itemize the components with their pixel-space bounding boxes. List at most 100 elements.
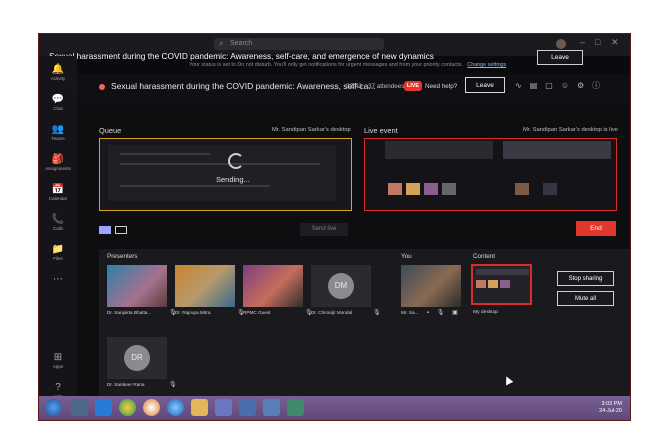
mic-off-icon: 🎙: [373, 310, 381, 316]
presenter-video: [243, 265, 303, 307]
teams-taskbar-icon[interactable]: [263, 399, 280, 416]
word-icon[interactable]: [239, 399, 256, 416]
rail-label: Calls: [52, 226, 63, 231]
presenter-video: [107, 265, 167, 307]
live-video-tile: [424, 183, 438, 195]
app-rail: 🔔 Activity 💬 Chat 👥 Teams 🎒 Assignments 📅 Cal…: [39, 56, 77, 410]
chrome-icon[interactable]: [119, 399, 136, 416]
top-leave-button[interactable]: Leave: [537, 50, 583, 65]
health-icon[interactable]: ∿: [515, 81, 530, 90]
dnd-notice-text: Your status is set to Do not disturb. Yo…: [189, 62, 463, 68]
rail-chat[interactable]: 💬 Chat: [39, 94, 77, 111]
attendee-count[interactable]: 37 attendees: [368, 83, 404, 90]
close-icon[interactable]: ✕: [611, 37, 619, 48]
you-heading: You: [401, 253, 412, 260]
presenter-tile[interactable]: RPMC Guest 🎙: [243, 265, 313, 316]
file-explorer-icon[interactable]: [191, 399, 208, 416]
chat-icon[interactable]: ▢: [545, 81, 561, 90]
live-thumb: [385, 141, 493, 159]
rail-activity[interactable]: 🔔 Activity: [39, 64, 77, 81]
image-viewer-icon[interactable]: [287, 399, 304, 416]
profile-avatar[interactable]: [556, 39, 566, 49]
more-icon: ⋯: [53, 274, 63, 285]
rail-calendar[interactable]: 📅 Calendar: [39, 184, 77, 201]
files-icon: 📁: [51, 244, 65, 255]
participants-panel: Presenters You Content Dr. Sanjukta Bhat…: [99, 249, 630, 399]
change-settings-link[interactable]: Change settings: [467, 62, 506, 68]
preview-bar: [120, 185, 270, 187]
self-tile[interactable]: Mr. Sa... ▪ 🎙 ▣: [401, 265, 461, 316]
settings-icon[interactable]: ⚙: [577, 81, 592, 90]
presenter-tile[interactable]: DR Dr. Sanbeer Rana 🎙: [107, 337, 177, 388]
presenter-initials-avatar: DR: [124, 345, 150, 371]
preview-bar: [120, 163, 320, 165]
dnd-notice: Your status is set to Do not disturb. Yo…: [189, 62, 506, 68]
rail-label: Files: [53, 256, 63, 261]
live-heading: Live event: [364, 126, 398, 135]
browser-icon[interactable]: [167, 399, 184, 416]
participants-icon[interactable]: ☺: [561, 81, 577, 90]
queue-heading: Queue: [99, 126, 122, 135]
single-layout-icon[interactable]: [99, 226, 111, 234]
rail-files[interactable]: 📁 Files: [39, 244, 77, 261]
live-video-tile: [388, 183, 402, 195]
queue-preview: Sending...: [99, 138, 352, 211]
need-help-link[interactable]: Need help?: [425, 83, 457, 90]
system-clock[interactable]: 3:03 PM 24-Jul-20: [599, 401, 622, 415]
live-video-tile: [543, 183, 557, 195]
help-icon: ?: [55, 382, 61, 393]
meeting-toolbar-icons[interactable]: ∿▤▢☺⚙ⓘ: [515, 80, 608, 91]
presenter-tile[interactable]: DM Dr. Chiranjit Mondal 🎙: [311, 265, 381, 316]
search-box[interactable]: ⌕ Search: [214, 38, 384, 50]
notes-icon[interactable]: ▤: [530, 81, 546, 90]
live-source: Mr. Sandipan Sarkar's desktop is live: [523, 127, 618, 133]
rail-label: Apps: [52, 364, 64, 369]
rail-apps[interactable]: ⊞ Apps: [39, 352, 77, 369]
desktop-thumb-tile: [500, 280, 510, 288]
video-caption: Sexual harassment during the COVID pande…: [49, 51, 434, 61]
mute-all-button[interactable]: Mute all: [557, 291, 614, 306]
preview-bar: [120, 153, 210, 155]
rail-label: Activity: [50, 76, 66, 81]
screen: ⌕ Search – □ ✕ Sexual harassment during …: [38, 33, 631, 421]
presenter-tile[interactable]: Dr. Sanjukta Bhatta... 🎙: [107, 265, 177, 316]
presenter-tile[interactable]: Dr. Rajrupa Mitra 🎙: [175, 265, 245, 316]
meeting-content: Sexual harassment during the COVID pande…: [77, 74, 630, 410]
self-controls-icons[interactable]: ▪ 🎙 ▣: [427, 309, 461, 316]
split-layout-icon[interactable]: [115, 226, 127, 234]
live-video-tile: [515, 183, 529, 195]
desktop-thumb-tile: [476, 280, 486, 288]
media-player-icon[interactable]: [71, 399, 88, 416]
start-button-icon[interactable]: [45, 399, 62, 416]
bell-icon: 🔔: [51, 64, 65, 75]
meeting-header: Sexual harassment during the COVID pande…: [77, 74, 630, 102]
live-video-tile: [442, 183, 456, 195]
stop-sharing-button[interactable]: Stop sharing: [557, 271, 614, 286]
mic-off-icon: 🎙: [169, 382, 177, 388]
maximize-icon[interactable]: □: [595, 37, 600, 47]
minimize-icon[interactable]: –: [580, 37, 585, 47]
app-window-icon[interactable]: [215, 399, 232, 416]
queue-source: Mr. Sandipan Sarkar's desktop: [272, 127, 351, 133]
firefox-icon[interactable]: [143, 399, 160, 416]
my-desktop-label: My desktop: [473, 310, 499, 315]
info-icon[interactable]: ⓘ: [592, 81, 608, 90]
end-button[interactable]: End: [576, 221, 616, 236]
leave-button[interactable]: Leave: [465, 77, 505, 93]
send-live-button[interactable]: Send live: [300, 223, 348, 236]
my-desktop-tile[interactable]: [471, 264, 532, 305]
windows-taskbar: 3:03 PM 24-Jul-20: [39, 396, 630, 420]
presenter-placeholder: DM: [311, 265, 371, 307]
backpack-icon: 🎒: [51, 154, 65, 165]
rail-label: Calendar: [48, 196, 68, 201]
rail-more[interactable]: ⋯: [39, 274, 77, 285]
rail-teams[interactable]: 👥 Teams: [39, 124, 77, 141]
presenter-video: [175, 265, 235, 307]
search-icon: ⌕: [219, 39, 224, 48]
content-heading: Content: [473, 253, 496, 260]
internet-explorer-icon[interactable]: [95, 399, 112, 416]
desktop-thumb-bar: [476, 269, 529, 275]
rail-calls[interactable]: 📞 Calls: [39, 214, 77, 231]
rail-assignments[interactable]: 🎒 Assignments: [39, 154, 77, 171]
live-badge: LIVE: [404, 81, 422, 91]
